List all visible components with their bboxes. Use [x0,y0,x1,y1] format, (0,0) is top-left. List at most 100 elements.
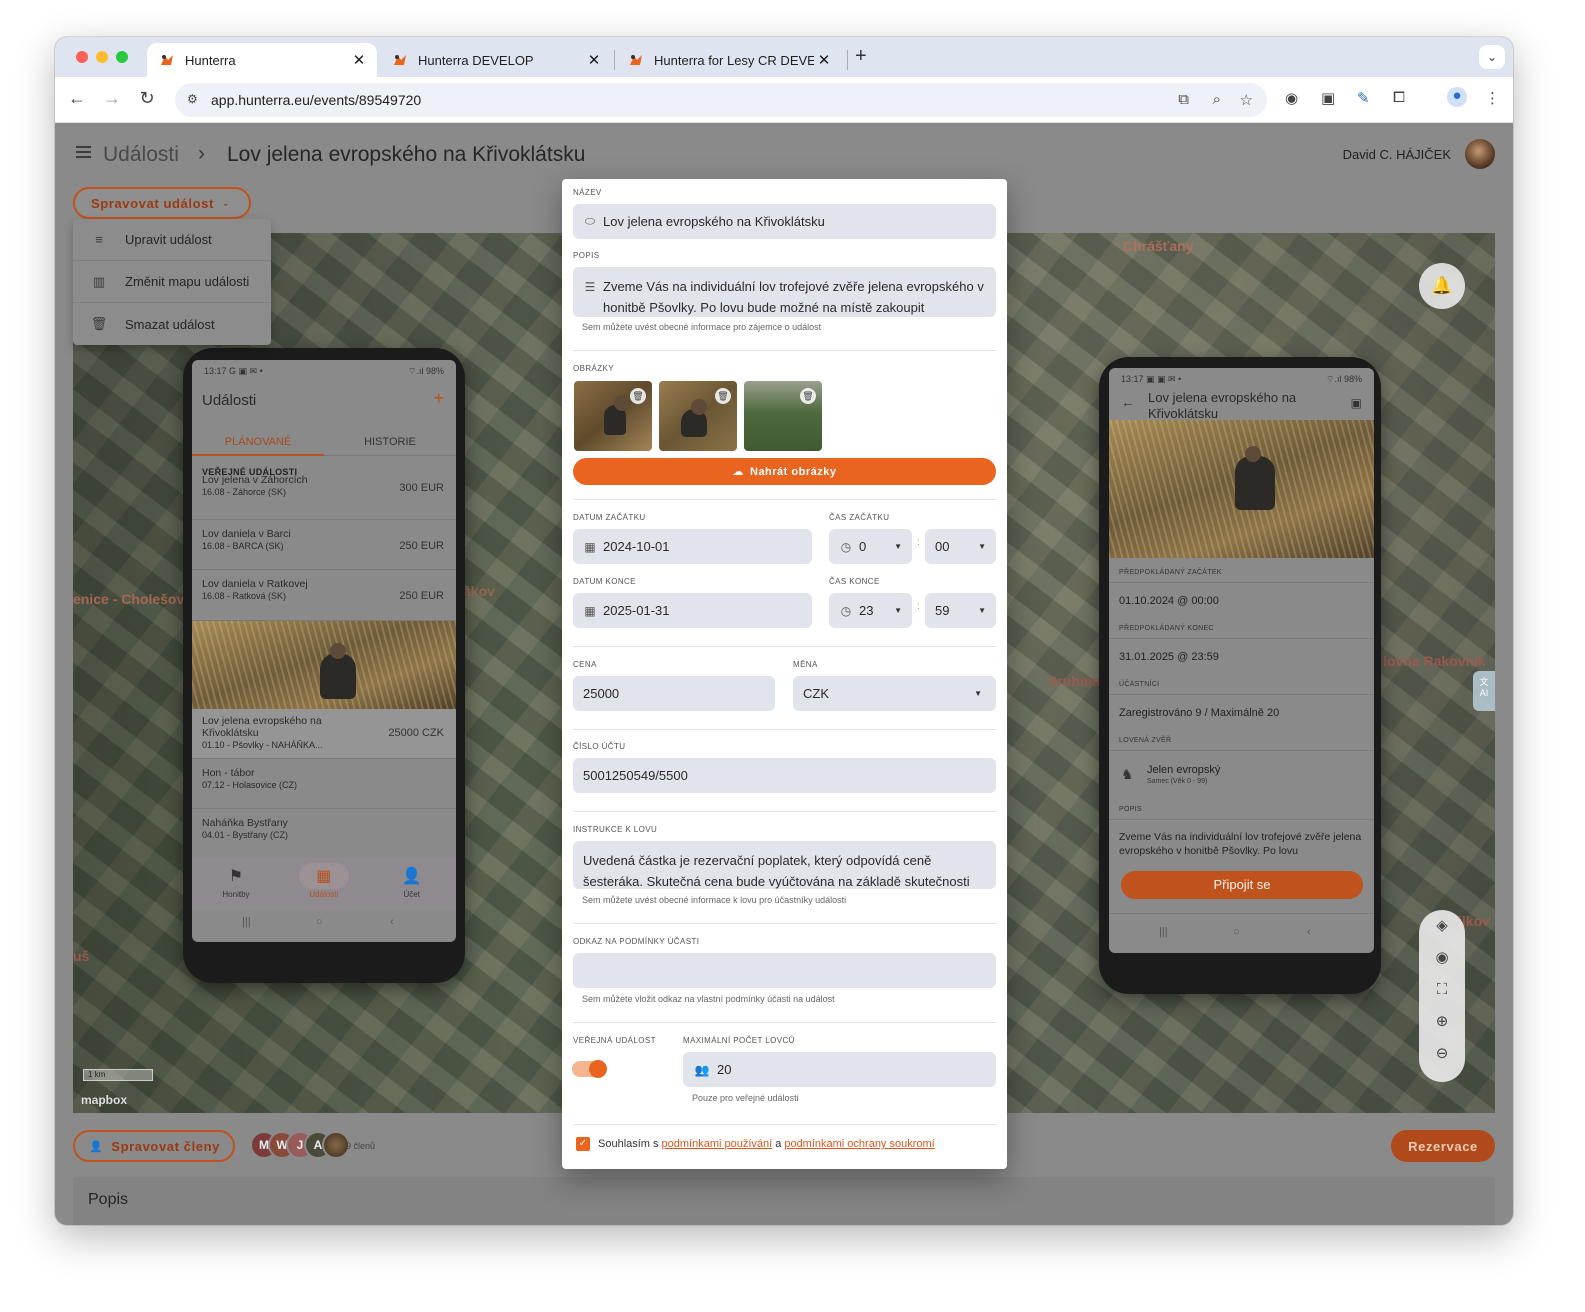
nav-events[interactable]: ▦ Události [280,866,368,899]
url-text[interactable]: app.hunterra.eu/events/89549720 [211,92,421,108]
delete-image-icon[interactable]: 🗑 [800,388,816,404]
list-item[interactable]: Lov daniela v Ratkovej 16.08 - Ratková (… [192,570,456,621]
zoom-out-icon[interactable]: ⊖ [1419,1038,1465,1070]
translate-icon[interactable]: ⧉ [1178,91,1189,108]
list-item[interactable]: Naháňka Bystřany 04.01 - Bystřany (CZ) [192,809,456,859]
visibility-eye-icon[interactable]: ◉ [1419,942,1465,974]
tab-hunterra-develop[interactable]: Hunterra DEVELOP ✕ [380,43,612,77]
upload-images-button[interactable]: ☁ Nahrát obrázky [573,458,996,485]
back-arrow-icon[interactable]: ← [1121,394,1135,410]
back-icon[interactable]: ← [65,88,89,109]
maximize-window-button[interactable] [116,51,128,63]
menu-kebab-icon[interactable]: ⋮ [1485,89,1500,107]
account-number-input[interactable]: 5001250549/5500 [573,758,996,793]
add-event-icon[interactable]: + [433,388,444,409]
terms-of-use-link[interactable]: podmínkami používání [662,1138,773,1150]
tab-planned[interactable]: PLÁNOVANÉ [192,436,324,448]
new-tab-button[interactable]: + [855,45,867,68]
menu-item-change-map[interactable]: ▥ Změnit mapu události [73,261,271,303]
recent-apps-icon[interactable]: ||| [242,916,251,928]
close-tab-icon[interactable]: ✕ [349,51,369,69]
avatar[interactable] [1465,139,1495,169]
zoom-icon[interactable]: ⌕ [1213,91,1221,108]
fit-bounds-icon[interactable]: ⛶ [1419,974,1465,1006]
image-thumbnail[interactable]: 🗑 [744,381,822,451]
tab-history[interactable]: HISTORIE [324,436,456,448]
edit-extension-icon[interactable]: ✎ [1357,89,1370,107]
price-input[interactable]: 25000 [573,676,775,711]
tab-hunterra[interactable]: Hunterra ✕ [147,43,377,77]
map-place-label: Sruhma [1048,673,1101,689]
home-icon[interactable]: ○ [316,916,323,928]
end-hour-select[interactable]: ◷ 23 ▼ [829,593,912,628]
phone-screen-event-detail: 13:17 ▣ ▣ ✉ • ⌔.ıl 98% ← Lov jelena evrop… [1109,368,1374,953]
phone-title: Události [202,392,257,409]
home-icon[interactable]: ○ [1233,926,1240,938]
extension-icon[interactable]: ◉ [1285,89,1298,107]
tab-hunterra-lesy[interactable]: Hunterra for Lesy CR DEVELOP ✕ [616,43,842,77]
minimize-window-button[interactable] [96,51,108,63]
list-item[interactable]: Hon - tábor 07.12 - Holasovice (CZ) [192,759,456,809]
forward-icon[interactable]: → [100,88,124,109]
breadcrumb-events[interactable]: Události [103,143,179,167]
manage-event-button[interactable]: Spravovat událost ⌄ [73,187,251,219]
system-back-icon[interactable]: ‹ [1307,926,1311,938]
delete-image-icon[interactable]: 🗑 [715,388,731,404]
system-back-icon[interactable]: ‹ [390,916,394,928]
tab-bar: Hunterra ✕ Hunterra DEVELOP ✕ Hunterra f… [55,37,1513,77]
description-textarea[interactable]: ☰ Zveme Vás na individuální lov trofejové… [573,267,996,317]
manage-members-button[interactable]: 👤 Spravovat členy [73,1130,235,1162]
public-event-toggle[interactable] [572,1058,608,1080]
reservation-button[interactable]: Rezervace [1391,1130,1495,1162]
reload-icon[interactable]: ↻ [135,88,159,109]
nav-account[interactable]: 👤 Účet [368,866,456,899]
image-thumbnail[interactable]: 🗑 [574,381,652,451]
delete-image-icon[interactable]: 🗑 [630,388,646,404]
bookmark-star-icon[interactable]: ☆ [1240,91,1253,109]
close-tab-icon[interactable]: ✕ [584,51,604,69]
list-item[interactable]: Lov jelena v Záhorcích 16.08 - Záhorce (… [192,474,456,520]
list-item-selected[interactable]: Lov jelena evropského na Křivoklátsku 01… [192,709,456,759]
extensions-puzzle-icon[interactable]: ⧠ [1393,89,1405,106]
signal-icon: ⌔.ıl [1326,374,1342,384]
start-minute-select[interactable]: 00 ▼ [925,529,996,564]
notification-bell-icon[interactable]: 🔔 [1419,263,1465,309]
start-hour-select[interactable]: ◷ 0 ▼ [829,529,912,564]
list-item[interactable]: Lov daniela v Barci 16.08 - BARCA (SK) 2… [192,520,456,570]
user-name[interactable]: David C. HÁJIČEK [1343,147,1451,162]
ai-badge[interactable]: 文 AI [1473,671,1495,711]
privacy-policy-link[interactable]: podmínkami ochrany soukromí [784,1138,934,1150]
menu-item-delete-event[interactable]: 🗑 Smazat událost [73,303,271,345]
currency-select[interactable]: CZK ▼ [793,676,996,711]
zoom-in-icon[interactable]: ⊕ [1419,1006,1465,1038]
consent-checkbox[interactable]: ✓ [576,1137,590,1151]
menu-item-edit-event[interactable]: ≡ Upravit událost [73,219,271,261]
member-count: 9 členů [346,1141,376,1151]
site-settings-icon[interactable]: ⚙ [187,92,198,106]
signal-icon: ⌔.ıl [408,366,424,376]
phone-mockup-right: 13:17 ▣ ▣ ✉ • ⌔.ıl 98% ← Lov jelena evrop… [1099,357,1381,994]
close-tab-icon[interactable]: ✕ [814,51,834,69]
start-date-input[interactable]: ▦ 2024-10-01 [573,529,812,564]
member-avatars[interactable]: M W J A [250,1131,350,1161]
address-bar[interactable]: ⚙ app.hunterra.eu/events/89549720 ⧉ ⌕ ☆ [175,83,1267,117]
layers-icon[interactable]: ◈ [1419,910,1465,942]
image-icon[interactable]: ▣ [1351,396,1362,410]
tab-search-icon[interactable]: ⌄ [1479,45,1505,69]
nav-hunting-grounds[interactable]: ⚑ Honitby [192,866,280,899]
extension-icon[interactable]: ▣ [1321,89,1335,107]
end-minute-select[interactable]: 59 ▼ [925,593,996,628]
name-input[interactable]: ⬭ Lov jelena evropského na Křivoklátsku [573,204,996,239]
hamburger-menu-icon[interactable] [76,146,91,158]
max-hunters-input[interactable]: 👥 20 [683,1052,996,1087]
recent-apps-icon[interactable]: ||| [1159,926,1168,938]
instructions-textarea[interactable]: Uvedená částka je rezervační poplatek, k… [573,841,996,889]
close-window-button[interactable] [76,51,88,63]
join-button[interactable]: Připojit se [1121,871,1363,899]
image-thumbnail[interactable]: 🗑 [659,381,737,451]
end-date-input[interactable]: ▦ 2025-01-31 [573,593,812,628]
calendar-icon: ▦ [584,539,596,554]
terms-link-input[interactable] [573,953,996,988]
mapbox-logo[interactable]: mapbox [81,1093,127,1107]
profile-icon[interactable]: ● [1447,87,1467,107]
